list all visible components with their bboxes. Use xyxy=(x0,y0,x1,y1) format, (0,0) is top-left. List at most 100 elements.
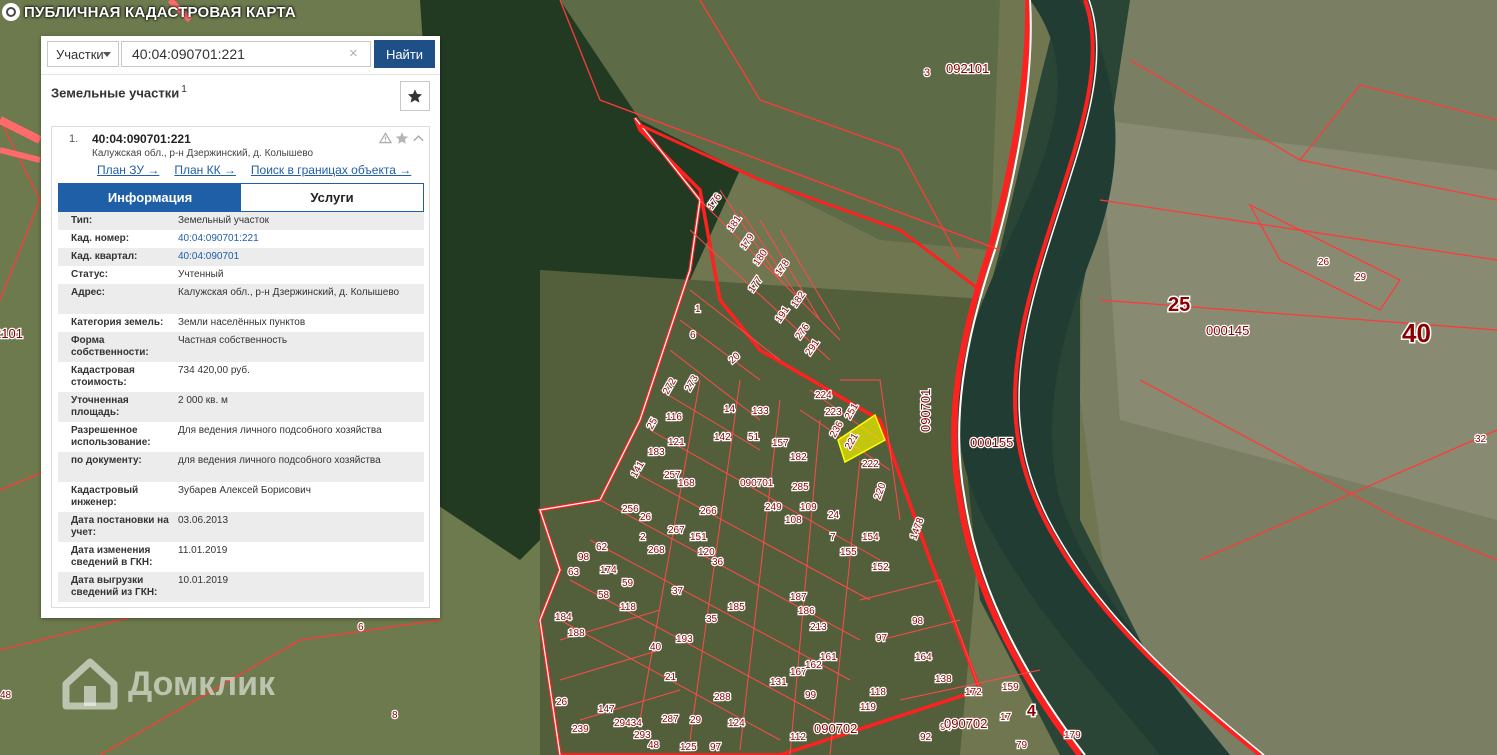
info-value: 11.01.2019 xyxy=(178,545,228,556)
map-label: 268 xyxy=(648,545,665,556)
map-label: 222 xyxy=(862,459,879,470)
map-label: 172 xyxy=(965,687,982,698)
favorites-button[interactable] xyxy=(400,81,430,111)
map-label: 3 xyxy=(924,67,930,79)
info-key: Тип: xyxy=(71,215,93,226)
map-label: 224 xyxy=(815,390,832,401)
watermark: Домклик xyxy=(62,658,275,710)
star-icon[interactable] xyxy=(395,131,409,145)
map-label: 6 xyxy=(690,330,696,341)
info-row: Кад. номер: 40:04:090701:221 xyxy=(58,230,424,248)
info-row: Форма собственности: Частная собственност… xyxy=(58,332,424,362)
info-value: Учтенный xyxy=(178,269,224,280)
map-label: 184 xyxy=(555,612,572,623)
results-count: 1 xyxy=(181,84,187,95)
map-label: 133 xyxy=(752,406,769,417)
map-label: 108 xyxy=(785,515,802,526)
map-label: 090702 xyxy=(814,721,857,736)
info-row: Дата изменения сведений в ГКН: 11.01.2019 xyxy=(58,542,424,572)
object-type-label: Участки xyxy=(56,46,104,62)
info-key: Кад. номер: xyxy=(71,233,130,244)
app-logo-icon xyxy=(2,3,20,21)
map-label: 266 xyxy=(700,506,717,517)
info-value: 2 000 кв. м xyxy=(178,395,228,406)
clear-search-icon[interactable]: × xyxy=(349,45,358,62)
map-label: 193 xyxy=(676,634,693,645)
map-label: 51 xyxy=(748,432,760,443)
map-label: 161 xyxy=(820,652,837,663)
app-title-text: ПУБЛИЧНАЯ КАДАСТРОВАЯ КАРТА xyxy=(24,3,296,21)
info-value: Земли населённых пунктов xyxy=(178,317,306,328)
map-label: 36 xyxy=(712,557,724,568)
map-label: 59 xyxy=(622,578,634,589)
result-number: 1. xyxy=(69,133,79,145)
map-label: 24 xyxy=(828,510,840,521)
map-label: 090702 xyxy=(944,716,987,731)
map-label: 182 xyxy=(790,452,807,463)
map-label: 2 xyxy=(640,532,646,543)
star-icon xyxy=(408,89,422,103)
map-label: 99 xyxy=(805,690,817,701)
result-tabs: Информация Услуги xyxy=(58,183,424,212)
map-label: 154 xyxy=(862,532,879,543)
map-label: 188 xyxy=(568,628,585,639)
object-type-select[interactable]: Участки xyxy=(47,41,119,67)
map-label: 98 xyxy=(912,616,924,627)
map-label: 256 xyxy=(622,504,639,515)
map-label: 79 xyxy=(1016,740,1028,751)
info-key: Форма собственности: xyxy=(71,335,149,358)
map-label: 21 xyxy=(665,672,677,683)
info-row: Статус: Учтенный xyxy=(58,266,424,284)
map-label: 092101 xyxy=(946,61,989,76)
map-label: 151 xyxy=(690,532,707,543)
chevron-up-icon[interactable] xyxy=(412,133,425,143)
info-value: Земельный участок xyxy=(178,215,270,226)
info-key: Категория земель: xyxy=(71,317,164,328)
map-label: 000155 xyxy=(970,435,1013,450)
cad-quarter-link[interactable]: 40:04:090701 xyxy=(178,248,424,266)
map-label: 109 xyxy=(800,502,817,513)
map-label: 26 xyxy=(1318,257,1330,268)
results-header: Земельные участки 1 xyxy=(51,84,187,100)
map-label: 58 xyxy=(598,590,610,601)
info-row: Категория земель: Земли населённых пункто… xyxy=(58,314,424,332)
plan-kk-link[interactable]: План КК → xyxy=(174,163,236,177)
map-label: 29 xyxy=(690,715,702,726)
cad-number-link[interactable]: 40:04:090701:221 xyxy=(178,230,424,248)
map-label: 124 xyxy=(728,718,745,729)
map-label: 4 xyxy=(1027,703,1036,720)
chevron-down-icon xyxy=(103,52,111,57)
search-input[interactable] xyxy=(121,41,371,67)
info-value: Для ведения личного подсобного хозяйства xyxy=(178,425,382,436)
map-label: 223 xyxy=(825,407,842,418)
info-key: Статус: xyxy=(71,269,109,280)
map-label: 155 xyxy=(840,547,857,558)
map-label: 25 xyxy=(1168,294,1190,316)
warning-icon[interactable] xyxy=(379,132,392,144)
map-label: 35 xyxy=(706,614,718,625)
map-label: 186 xyxy=(798,606,815,617)
info-row: Адрес: Калужская обл., р-н Дзержинский, д… xyxy=(58,284,424,314)
map-label: 26 xyxy=(640,512,652,523)
map-label: 168 xyxy=(678,478,695,489)
plan-zu-link[interactable]: План ЗУ → xyxy=(97,163,159,177)
map-label: 118 xyxy=(620,602,636,613)
tab-info[interactable]: Информация xyxy=(59,184,241,211)
search-in-bounds-link[interactable]: Поиск в границах объекта → xyxy=(251,163,411,177)
map-label: 159 xyxy=(1002,682,1019,693)
find-button[interactable]: Найти xyxy=(374,40,435,68)
map-label: 62 xyxy=(596,542,608,553)
map-label: 249 xyxy=(765,502,782,513)
result-card: 1. 40:04:090701:221 Калужская обл., р-н … xyxy=(51,126,430,608)
map-label: 138 xyxy=(935,674,952,685)
map-label: 118 xyxy=(870,687,886,698)
map-label: 121 xyxy=(668,437,685,448)
result-cad-number[interactable]: 40:04:090701:221 xyxy=(92,132,191,146)
info-value: 03.06.2013 xyxy=(178,515,229,526)
map-label: 98 xyxy=(578,552,590,563)
map-label: 285 xyxy=(792,482,809,493)
tab-services[interactable]: Услуги xyxy=(241,184,423,211)
map-label: 32 xyxy=(1475,434,1487,445)
map-label: 7 xyxy=(830,532,836,543)
house-logo-icon xyxy=(62,658,118,710)
